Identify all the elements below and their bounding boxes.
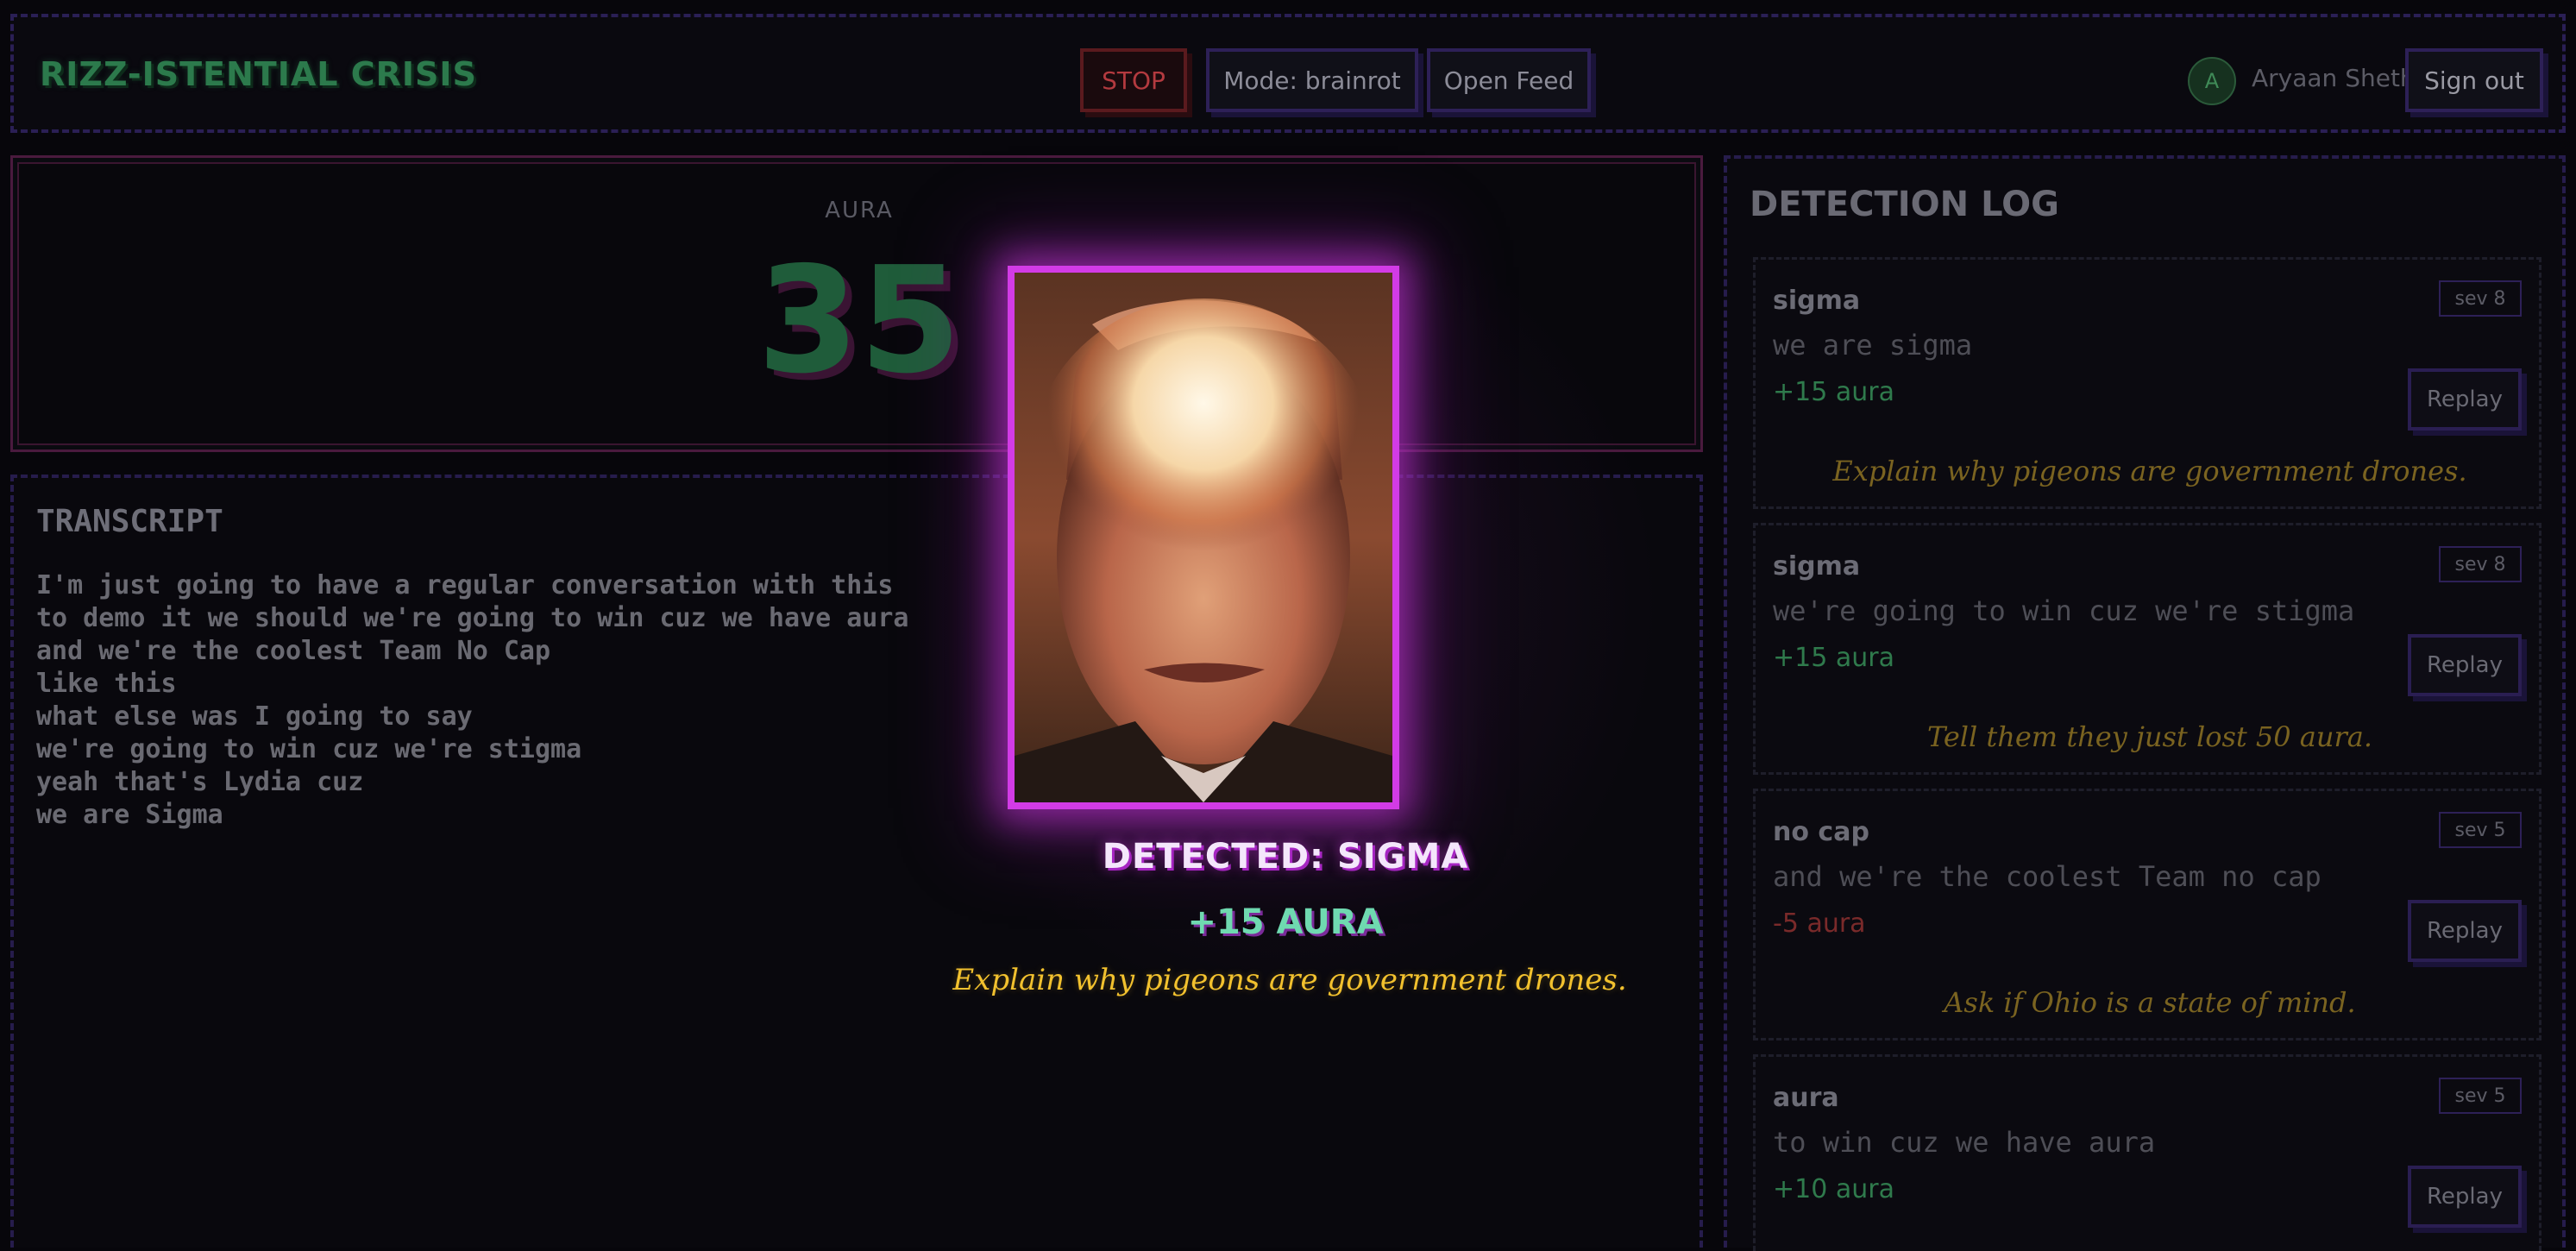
- top-bar: RIZZ-ISTENTIAL CRISIS STOP Mode: brainro…: [10, 14, 2566, 133]
- severity-badge: sev 8: [2439, 280, 2522, 317]
- transcript-title: TRANSCRIPT: [36, 504, 223, 539]
- detected-keyword-banner: DETECTED: SIGMA: [1102, 837, 1469, 877]
- transcript-line: yeah that's Lydia cuz: [36, 767, 364, 797]
- transcript-line: we are Sigma: [36, 800, 223, 830]
- stop-button[interactable]: STOP: [1080, 48, 1187, 112]
- open-feed-button[interactable]: Open Feed: [1427, 48, 1591, 112]
- transcript-line: what else was I going to say: [36, 701, 473, 732]
- mode-button[interactable]: Mode: brainrot: [1206, 48, 1418, 112]
- detection-roast: Tell them they just lost 50 aura.: [1926, 720, 2373, 753]
- detection-aura-delta: +15 aura: [1773, 377, 1894, 407]
- detection-log-panel: DETECTION LOG sigma sev 8 we are sigma +…: [1724, 155, 2566, 1251]
- transcript-line: and we're the coolest Team No Cap: [36, 636, 551, 666]
- detection-card: no cap sev 5 and we're the coolest Team …: [1753, 789, 2541, 1040]
- app-title: RIZZ-ISTENTIAL CRISIS: [40, 55, 477, 93]
- detected-aura-delta: +15 AURA: [1187, 902, 1384, 942]
- detection-keyword: sigma: [1773, 286, 1861, 316]
- aura-panel: AURA 35: [10, 155, 1703, 452]
- replay-button[interactable]: Replay: [2408, 368, 2522, 431]
- replay-button[interactable]: Replay: [2408, 900, 2522, 962]
- detection-roast: Ask if Ohio is a state of mind.: [1944, 986, 2356, 1019]
- detection-quote: we are sigma: [1773, 329, 1973, 361]
- detection-aura-delta: -5 aura: [1773, 908, 1866, 939]
- aura-label: AURA: [825, 198, 894, 223]
- replay-button[interactable]: Replay: [2408, 1166, 2522, 1228]
- detection-roast: Explain why pigeons are government drone…: [1832, 455, 2467, 487]
- severity-badge: sev 5: [2439, 1078, 2522, 1114]
- detection-log-title: DETECTION LOG: [1750, 185, 2059, 224]
- transcript-line: we're going to win cuz we're stigma: [36, 734, 582, 764]
- severity-badge: sev 8: [2439, 546, 2522, 582]
- meme-face-image: [1015, 273, 1392, 802]
- aura-value: 35: [757, 236, 962, 406]
- detection-aura-delta: +15 aura: [1773, 643, 1894, 673]
- detection-card: sigma sev 8 we are sigma +15 aura Replay…: [1753, 257, 2541, 509]
- user-name: Aryaan Sheth: [2252, 64, 2416, 92]
- detection-quote: and we're the coolest Team no cap: [1773, 860, 2322, 893]
- transcript-lines: I'm just going to have a regular convers…: [36, 569, 908, 832]
- detection-card: sigma sev 8 we're going to win cuz we're…: [1753, 523, 2541, 775]
- detection-keyword: aura: [1773, 1083, 1839, 1113]
- detection-quote: we're going to win cuz we're stigma: [1773, 594, 2355, 627]
- replay-button[interactable]: Replay: [2408, 634, 2522, 696]
- transcript-line: to demo it we should we're going to win …: [36, 603, 909, 633]
- detected-roast-prompt: Explain why pigeons are government drone…: [952, 963, 1627, 997]
- detected-meme-image: [1008, 266, 1399, 809]
- severity-badge: sev 5: [2439, 812, 2522, 848]
- transcript-line: like this: [36, 669, 177, 699]
- transcript-line: I'm just going to have a regular convers…: [36, 570, 894, 600]
- avatar: A: [2188, 57, 2236, 105]
- detection-aura-delta: +10 aura: [1773, 1174, 1894, 1204]
- detection-keyword: no cap: [1773, 817, 1869, 847]
- detection-keyword: sigma: [1773, 551, 1861, 581]
- sign-out-button[interactable]: Sign out: [2405, 48, 2543, 112]
- detection-card: aura sev 5 to win cuz we have aura +10 a…: [1753, 1054, 2541, 1251]
- detection-quote: to win cuz we have aura: [1773, 1126, 2156, 1159]
